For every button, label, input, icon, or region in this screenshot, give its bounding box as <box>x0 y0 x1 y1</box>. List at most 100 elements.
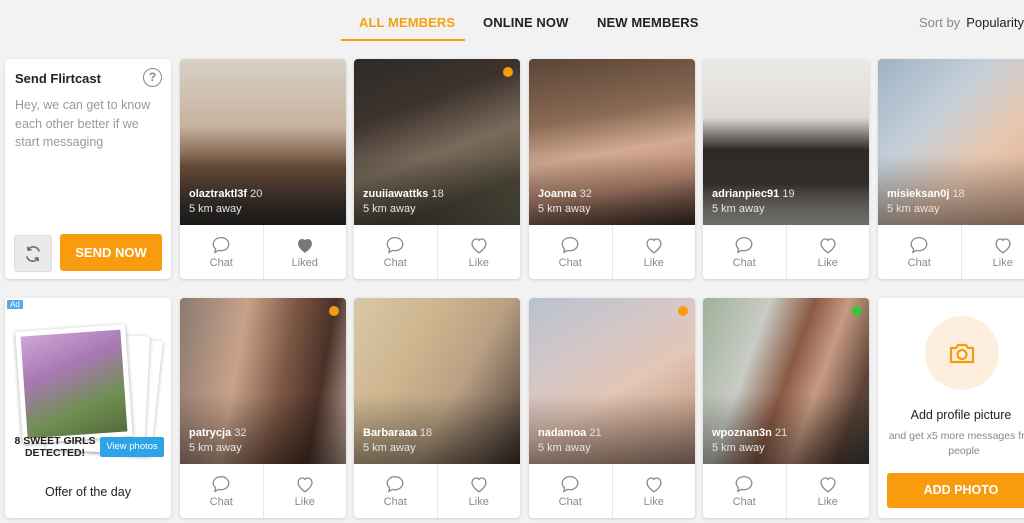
like-label: Like <box>643 256 664 269</box>
ad-headline: 8 SWEET GIRLS DETECTED! <box>14 435 96 459</box>
chat-label: Chat <box>209 256 233 269</box>
member-card[interactable]: misieksan0j 18 5 km away Chat Like <box>878 59 1024 279</box>
like-button[interactable]: Like <box>436 464 521 518</box>
member-card[interactable]: adrianpiec91 19 5 km away Chat Like <box>703 59 869 279</box>
member-age: 20 <box>250 188 263 200</box>
chat-button[interactable]: Chat <box>703 225 786 279</box>
heart-icon <box>995 237 1011 254</box>
sort-dropdown[interactable]: Sort by Popularity <box>919 15 1024 30</box>
like-label: Like <box>817 495 838 508</box>
tab-new-members[interactable]: NEW MEMBERS <box>597 15 699 30</box>
flirtcast-card: Send Flirtcast ? Hey, we can get to know… <box>5 59 171 279</box>
member-name: misieksan0j <box>887 188 950 200</box>
chat-button[interactable]: Chat <box>180 225 263 279</box>
chat-bubble-icon <box>212 236 230 254</box>
member-name: Barbaraaa <box>363 427 417 439</box>
chat-label: Chat <box>732 495 756 508</box>
chat-button[interactable]: Chat <box>180 464 263 518</box>
member-card[interactable]: Barbaraaa 18 5 km away Chat Like <box>354 298 520 518</box>
send-now-button[interactable]: SEND NOW <box>60 234 162 271</box>
like-label: Like <box>468 256 489 269</box>
member-age: 18 <box>952 188 965 200</box>
liked-button[interactable]: Liked <box>262 225 347 279</box>
tab-online-now[interactable]: ONLINE NOW <box>483 15 569 30</box>
member-distance: 5 km away <box>712 203 765 215</box>
chat-bubble-icon <box>735 475 753 493</box>
like-button[interactable]: Like <box>611 464 696 518</box>
like-button[interactable]: Like <box>436 225 521 279</box>
member-card[interactable]: nadamoa 21 5 km away Chat Like <box>529 298 695 518</box>
chat-button[interactable]: Chat <box>529 464 612 518</box>
member-card[interactable]: Joanna 32 5 km away Chat Like <box>529 59 695 279</box>
like-label: Like <box>992 256 1013 269</box>
liked-label: Liked <box>291 256 318 269</box>
like-button[interactable]: Like <box>611 225 696 279</box>
sort-value[interactable]: Popularity <box>966 15 1024 30</box>
flirtcast-title: Send Flirtcast <box>15 71 101 86</box>
chat-bubble-icon <box>561 475 579 493</box>
chat-button[interactable]: Chat <box>703 464 786 518</box>
camera-icon <box>949 343 975 364</box>
chat-bubble-icon <box>212 475 230 493</box>
member-name: zuuiiawattks <box>363 188 429 200</box>
member-name: patrycja <box>189 427 232 439</box>
chat-label: Chat <box>907 256 931 269</box>
like-label: Like <box>643 495 664 508</box>
view-photos-button[interactable]: View photos <box>100 437 164 457</box>
member-age: 32 <box>234 427 247 439</box>
heart-icon <box>646 476 662 493</box>
heart-icon <box>820 237 836 254</box>
camera-icon-circle[interactable] <box>925 316 999 390</box>
member-distance: 5 km away <box>538 203 591 215</box>
member-card[interactable]: wpoznan3n 21 5 km away Chat Like <box>703 298 869 518</box>
away-status-dot <box>678 306 688 316</box>
chat-label: Chat <box>558 495 582 508</box>
chat-label: Chat <box>558 256 582 269</box>
like-label: Like <box>817 256 838 269</box>
member-age: 18 <box>431 188 444 200</box>
member-name: wpoznan3n <box>712 427 772 439</box>
member-distance: 5 km away <box>189 442 242 454</box>
chat-button[interactable]: Chat <box>878 225 961 279</box>
active-tab-indicator <box>341 39 465 41</box>
ad-badge: Ad <box>7 300 23 309</box>
refresh-icon <box>26 245 40 262</box>
member-name: Joanna <box>538 188 577 200</box>
like-button[interactable]: Like <box>785 225 870 279</box>
chat-bubble-icon <box>735 236 753 254</box>
chat-label: Chat <box>383 256 407 269</box>
member-name: olaztraktl3f <box>189 188 248 200</box>
chat-button[interactable]: Chat <box>529 225 612 279</box>
add-photo-button[interactable]: ADD PHOTO <box>887 473 1024 508</box>
heart-filled-icon <box>297 238 312 253</box>
chat-label: Chat <box>383 495 407 508</box>
member-card[interactable]: olaztraktl3f 20 5 km away Chat Liked <box>180 59 346 279</box>
member-distance: 5 km away <box>189 203 242 215</box>
member-card[interactable]: patrycja 32 5 km away Chat Like <box>180 298 346 518</box>
chat-label: Chat <box>732 256 756 269</box>
heart-icon <box>471 237 487 254</box>
chat-button[interactable]: Chat <box>354 225 437 279</box>
member-card[interactable]: zuuiiawattks 18 5 km away Chat Like <box>354 59 520 279</box>
sort-label: Sort by <box>919 15 961 30</box>
like-button[interactable]: Like <box>785 464 870 518</box>
refresh-button[interactable] <box>14 235 52 272</box>
chat-bubble-icon <box>386 475 404 493</box>
add-profile-picture-subtitle: and get x5 more messages from people <box>888 430 1024 457</box>
away-status-dot <box>503 67 513 77</box>
tab-all-members[interactable]: ALL MEMBERS <box>359 15 455 30</box>
chat-bubble-icon <box>386 236 404 254</box>
like-button[interactable]: Like <box>262 464 347 518</box>
flirtcast-message: Hey, we can get to know each other bette… <box>15 98 151 149</box>
chat-button[interactable]: Chat <box>354 464 437 518</box>
chat-bubble-icon <box>910 236 928 254</box>
add-profile-picture-title: Add profile picture <box>910 408 1012 422</box>
help-icon[interactable]: ? <box>143 68 162 87</box>
ad-photo[interactable] <box>15 324 133 444</box>
member-age: 19 <box>782 188 795 200</box>
add-profile-picture-card: Add profile picture and get x5 more mess… <box>878 298 1024 518</box>
ad-card[interactable]: Ad 8 SWEET GIRLS DETECTED! View photos O… <box>5 298 171 518</box>
member-name: adrianpiec91 <box>712 188 780 200</box>
heart-icon <box>820 476 836 493</box>
like-button[interactable]: Like <box>960 225 1024 279</box>
